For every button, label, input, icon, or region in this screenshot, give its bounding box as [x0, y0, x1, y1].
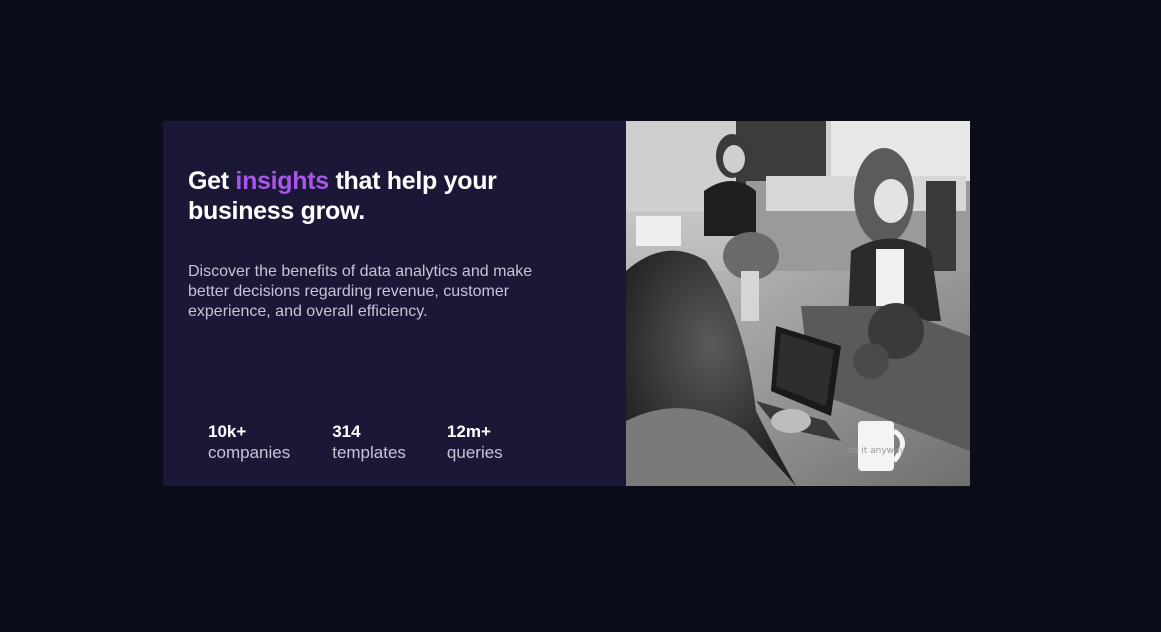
stat-label: companies — [208, 443, 291, 462]
stat-companies: 10k+ companies — [208, 421, 290, 463]
stat-label: queries — [446, 443, 503, 462]
headline: Get insights that help your business gro… — [188, 166, 548, 226]
headline-prefix: Get — [188, 167, 236, 195]
headline-accent: insights — [235, 167, 329, 195]
stat-templates: 314 templates — [332, 421, 406, 463]
office-photo-illustration: do it anyway — [626, 121, 970, 486]
stat-value: 12m+ — [446, 422, 491, 441]
stats-preview-card: Get insights that help your business gro… — [163, 121, 970, 486]
stat-value: 10k+ — [208, 422, 247, 441]
stats-row: 10k+ companies 314 templates 12m+ querie… — [208, 421, 545, 463]
stat-value: 314 — [332, 422, 361, 441]
header-image: do it anyway — [626, 121, 970, 486]
text-panel: Get insights that help your business gro… — [163, 121, 626, 486]
description: Discover the benefits of data analytics … — [188, 263, 533, 320]
stat-queries: 12m+ queries — [447, 421, 503, 463]
stat-label: templates — [332, 443, 406, 462]
